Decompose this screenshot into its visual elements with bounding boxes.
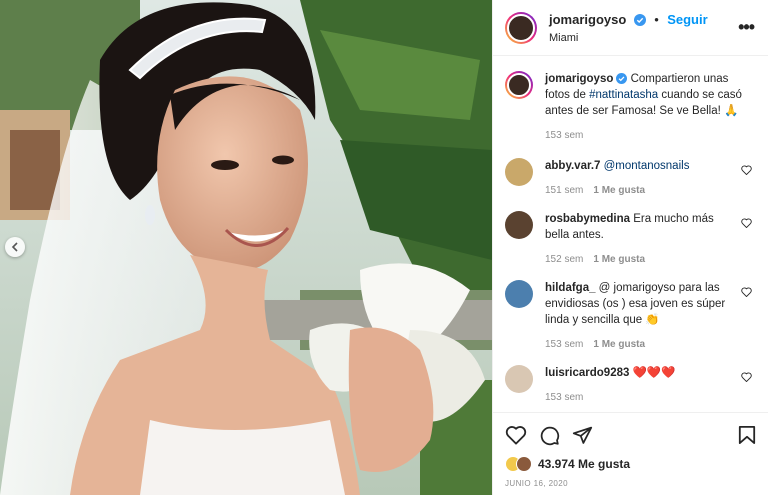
save-button[interactable]	[738, 425, 756, 445]
more-options-button[interactable]: •••	[738, 17, 755, 37]
caption-time[interactable]: 153 sem	[545, 130, 583, 141]
post-details-panel: jomarigoyso • Seguir Miami ••• jomarigoy…	[492, 0, 768, 495]
comment-likes[interactable]: 1 Me gusta	[593, 185, 645, 196]
like-comment-heart-icon[interactable]	[741, 218, 752, 228]
comment-username[interactable]: rosbabymedina	[545, 213, 630, 225]
comment-likes[interactable]: 1 Me gusta	[593, 254, 645, 265]
follow-button[interactable]: Seguir	[667, 12, 707, 27]
comment-text: ❤️❤️❤️	[629, 367, 676, 379]
comment-likes[interactable]: 1 Me gusta	[593, 339, 645, 350]
bookmark-icon	[738, 426, 756, 444]
post-location[interactable]: Miami	[549, 32, 708, 46]
commenter-avatar[interactable]	[505, 158, 533, 186]
comment-username[interactable]: luisricardo9283	[545, 367, 629, 379]
heart-icon	[505, 426, 527, 445]
more-icon: •••	[738, 17, 755, 37]
commenter-avatar[interactable]	[505, 280, 533, 308]
likes-summary: 43.974 Me gusta	[505, 455, 756, 473]
post-date[interactable]: JUNIO 16, 2020	[505, 479, 756, 488]
bride-photo-image	[0, 0, 492, 495]
comment-username[interactable]: hildafga_	[545, 282, 595, 294]
comment-button[interactable]	[539, 425, 560, 446]
verified-icon	[616, 73, 628, 84]
author-avatar[interactable]	[505, 11, 537, 44]
verified-icon	[633, 13, 646, 26]
comment-time[interactable]: 152 sem	[545, 254, 583, 265]
comment-time[interactable]: 151 sem	[545, 185, 583, 196]
author-info: jomarigoyso • Seguir Miami	[549, 10, 708, 46]
comment-item: rosbabymedina Era mucho más bella antes.…	[505, 211, 756, 268]
comment-mention[interactable]: @montanosnails	[604, 160, 690, 172]
caption-username[interactable]: jomarigoyso	[545, 73, 613, 85]
author-username[interactable]: jomarigoyso	[549, 12, 626, 27]
share-button[interactable]	[572, 425, 593, 446]
post-actions: 43.974 Me gusta JUNIO 16, 2020	[493, 412, 768, 488]
share-icon	[572, 426, 593, 444]
caption: jomarigoyso Compartieron unas fotos de #…	[505, 71, 756, 144]
like-comment-heart-icon[interactable]	[741, 287, 752, 297]
hashtag-link[interactable]: #nattinatasha	[589, 89, 658, 101]
comment-item: hildafga_ @ jomarigoyso para las envidio…	[505, 280, 756, 353]
like-button[interactable]	[505, 425, 527, 445]
commenter-avatar[interactable]	[505, 365, 533, 393]
comments-list[interactable]: jomarigoyso Compartieron unas fotos de #…	[493, 57, 768, 412]
caption-author-avatar[interactable]	[505, 71, 533, 99]
chevron-left-icon	[11, 242, 18, 252]
previous-photo-button[interactable]	[5, 237, 25, 257]
liker-avatar	[516, 456, 532, 472]
comment-item: abby.var.7 @montanosnails 151 sem 1 Me gu…	[505, 158, 756, 199]
post-photo[interactable]	[0, 0, 492, 495]
comment-item: luisricardo9283 ❤️❤️❤️ 153 sem	[505, 365, 756, 406]
like-comment-heart-icon[interactable]	[741, 165, 752, 175]
post-header: jomarigoyso • Seguir Miami •••	[493, 0, 768, 56]
comment-time[interactable]: 153 sem	[545, 339, 583, 350]
likes-count[interactable]: 43.974 Me gusta	[538, 457, 630, 471]
comment-icon	[540, 426, 560, 445]
comment-time[interactable]: 153 sem	[545, 392, 583, 403]
separator-dot: •	[654, 11, 659, 27]
like-comment-heart-icon[interactable]	[741, 372, 752, 382]
commenter-avatar[interactable]	[505, 211, 533, 239]
comment-username[interactable]: abby.var.7	[545, 160, 600, 172]
